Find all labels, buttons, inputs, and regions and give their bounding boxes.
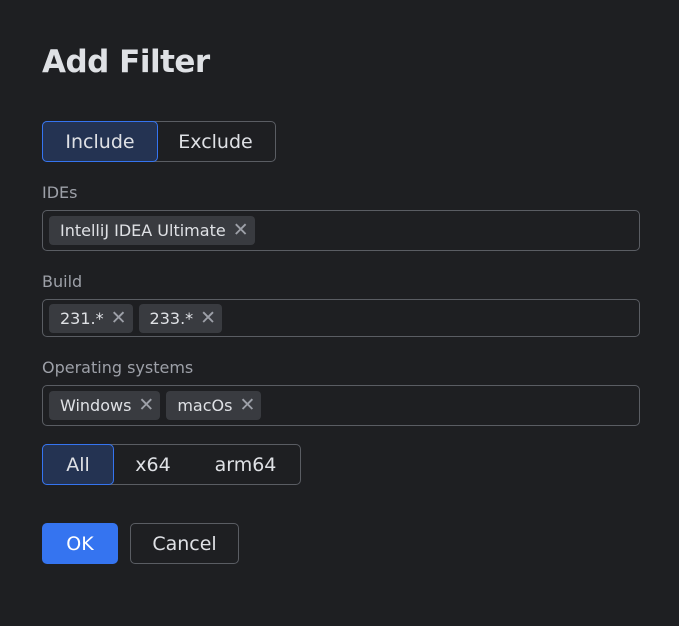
arch-x64-option[interactable]: x64	[113, 445, 193, 484]
remove-icon[interactable]: ✕	[233, 221, 249, 240]
chip-label: 233.*	[149, 308, 194, 328]
arch-arm64-option[interactable]: arm64	[193, 445, 298, 484]
chip-label: 231.*	[60, 308, 104, 328]
chip: 231.* ✕	[49, 303, 133, 333]
chip: Windows ✕	[49, 391, 161, 420]
include-option[interactable]: Include	[42, 121, 158, 162]
os-label: Operating systems	[42, 358, 194, 377]
remove-icon[interactable]: ✕	[200, 308, 216, 328]
arch-toggle: All x64 arm64	[42, 444, 301, 485]
chip-label: IntelliJ IDEA Ultimate	[60, 221, 226, 240]
ok-button[interactable]: OK	[42, 523, 118, 564]
dialog-title: Add Filter	[42, 44, 210, 80]
build-field[interactable]: 231.* ✕ 233.* ✕	[42, 299, 640, 337]
ides-label: IDEs	[42, 183, 78, 202]
remove-icon[interactable]: ✕	[239, 396, 255, 415]
chip-label: Windows	[60, 396, 132, 415]
include-exclude-toggle: Include Exclude	[42, 121, 276, 162]
chip: macOs ✕	[166, 391, 262, 420]
cancel-button[interactable]: Cancel	[130, 523, 239, 564]
remove-icon[interactable]: ✕	[111, 308, 127, 328]
chip: 233.* ✕	[138, 303, 223, 333]
chip: IntelliJ IDEA Ultimate ✕	[49, 216, 255, 245]
build-label: Build	[42, 272, 83, 291]
os-field[interactable]: Windows ✕ macOs ✕	[42, 385, 640, 426]
chip-label: macOs	[177, 396, 233, 415]
arch-all-option[interactable]: All	[42, 444, 114, 485]
remove-icon[interactable]: ✕	[138, 396, 154, 415]
ides-field[interactable]: IntelliJ IDEA Ultimate ✕	[42, 210, 640, 251]
exclude-option[interactable]: Exclude	[157, 122, 274, 161]
